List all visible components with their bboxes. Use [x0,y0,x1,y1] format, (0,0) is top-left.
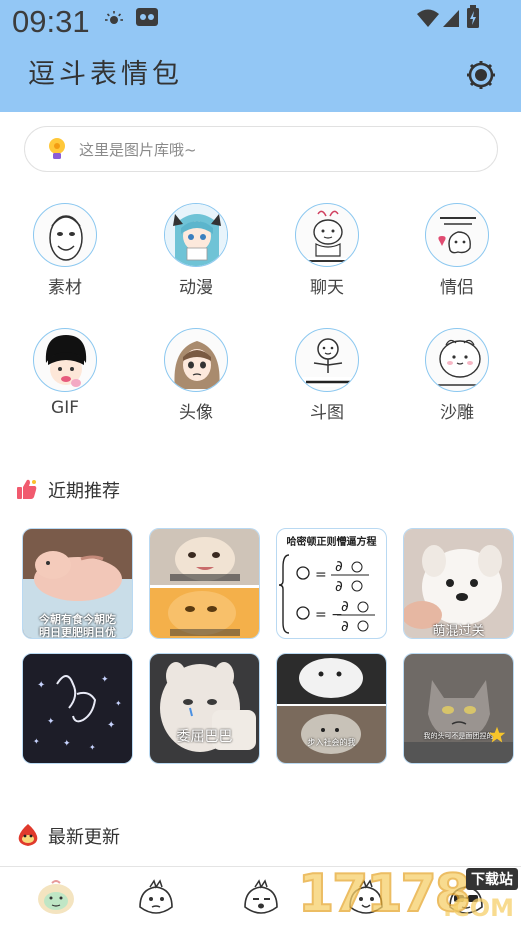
app-title: 逗斗表情包 [28,59,183,90]
svg-text:✦: ✦ [47,717,55,727]
meme-card[interactable]: 委屈巴巴 [149,653,260,764]
settings-icon[interactable] [466,60,496,90]
svg-text:✦: ✦ [33,737,40,746]
meme-image: ✦ ✦ ✦ ✦ ✦ ✦ ✦ ✦ [23,654,132,763]
svg-text:✦: ✦ [63,739,71,749]
category-doutu-image [295,328,359,392]
recent-section-title: 近期推荐 [48,481,120,502]
category-gif-image [33,328,97,392]
meme-image [150,529,259,638]
category-label: 头像 [179,403,213,423]
meme-card[interactable]: 今朝有食今朝吃 明日更肥明日优 [22,528,133,639]
meme-card[interactable]: 萌混过关 [403,528,514,639]
category-touxiang[interactable]: 头像 [141,328,251,438]
cassette-icon [136,8,158,26]
svg-text:✦: ✦ [107,720,115,731]
category-label: 动漫 [179,278,213,298]
meme-caption: 萌混过关 [432,624,485,639]
latest-section-title: 最新更新 [48,827,120,848]
nav-create-icon[interactable] [239,877,283,917]
brightness-icon [105,11,123,24]
svg-text:✦: ✦ [37,680,45,691]
category-label: 素材 [48,278,82,298]
category-qinglv-image [425,203,489,267]
category-liaotian-image [295,203,359,267]
category-label: 斗图 [310,403,344,423]
category-liaotian[interactable]: 聊天 [272,203,382,313]
meme-caption: 步入社会的我 [307,738,356,747]
svg-text:∂: ∂ [335,577,343,595]
category-touxiang-image [164,328,228,392]
svg-text:✦: ✦ [101,675,109,685]
meme-image [150,654,259,763]
svg-text:✦: ✦ [115,699,122,708]
category-doutu[interactable]: 斗图 [272,328,382,438]
category-label: 情侣 [440,278,474,298]
app-header: 09:31 逗斗表情包 [0,0,521,112]
signal-icon [443,10,459,27]
meme-card[interactable]: 哈密顿正则懵逼方程 = ∂ ∂ = − ∂ ∂ [276,528,387,639]
svg-text:=: = [315,567,327,583]
category-shadiao-image [425,328,489,392]
search-bar[interactable]: 这里是图片库哦~ [24,126,498,172]
fire-mascot-icon [18,824,38,846]
category-shadiao[interactable]: 沙雕 [402,328,512,438]
meme-caption: 今朝有食今朝吃 明日更肥明日优 [39,613,116,639]
svg-text:✦: ✦ [89,743,96,752]
svg-text:∂: ∂ [335,557,343,575]
meme-card[interactable]: ✦ ✦ ✦ ✦ ✦ ✦ ✦ ✦ [22,653,133,764]
battery-icon [467,5,479,28]
watermark-badge: 下载站 [466,868,518,890]
category-sucai-image [33,203,97,267]
thumbs-up-icon [17,479,37,499]
category-label: 聊天 [310,278,344,298]
category-qinglv[interactable]: 情侣 [402,203,512,313]
category-gif[interactable]: GIF [10,328,120,438]
category-dongman[interactable]: 动漫 [141,203,251,313]
site-watermark: 17178 下载站 .COM [297,863,520,926]
nav-category-icon[interactable] [134,877,178,917]
meme-card[interactable]: 步入社会的我 [276,653,387,764]
category-label: GIF [51,398,79,418]
meme-card[interactable]: 我的头可不是面团捏的 [403,653,514,764]
category-sucai[interactable]: 素材 [10,203,120,313]
star-icon [488,726,506,743]
meme-card[interactable] [149,528,260,639]
search-placeholder: 这里是图片库哦~ [79,141,197,159]
meme-caption: 委屈巴巴 [176,729,233,745]
wifi-icon [417,9,439,27]
lightbulb-icon [49,138,65,159]
meme-image [404,654,513,763]
svg-text:∂: ∂ [341,617,349,635]
category-dongman-image [164,203,228,267]
category-label: 沙雕 [440,403,474,423]
nav-home-icon[interactable] [34,877,78,917]
meme-caption: 哈密顿正则懵逼方程 [286,537,377,548]
status-time: 09:31 [12,4,90,39]
svg-text:∂: ∂ [341,597,349,615]
watermark-suffix: .COM [442,894,514,922]
